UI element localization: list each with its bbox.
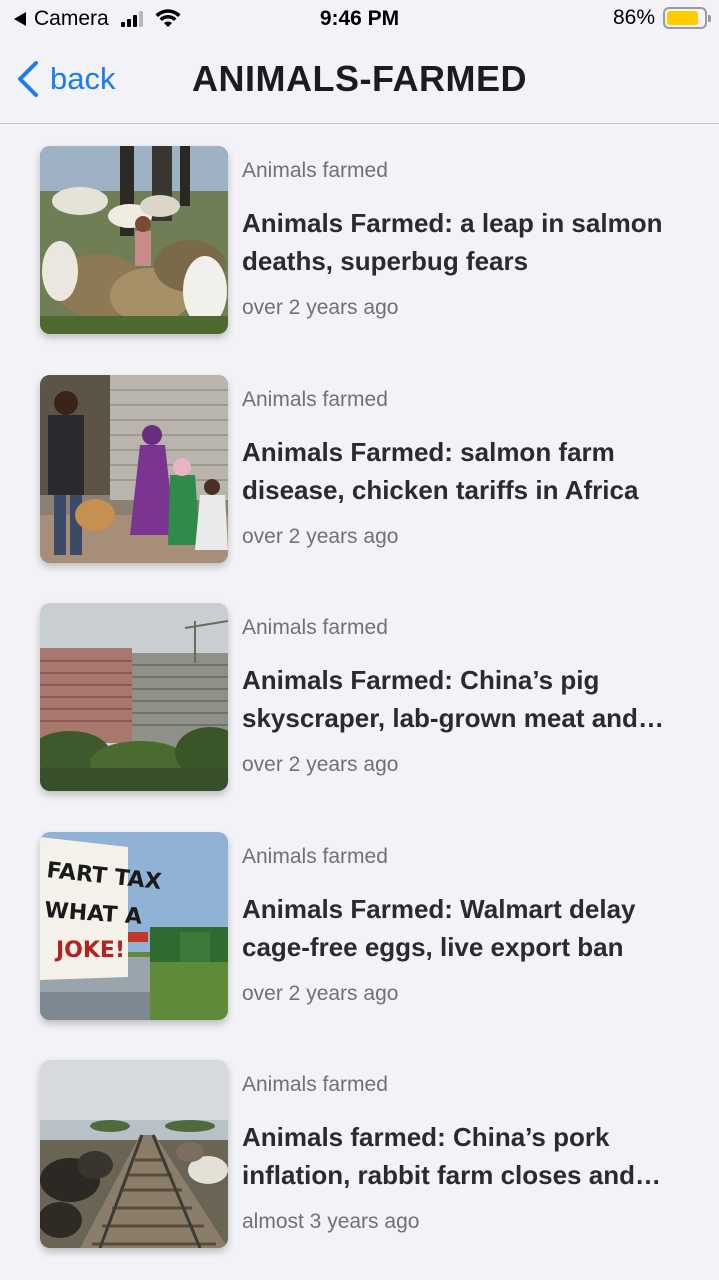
article-card[interactable]: FART TAX WHAT A JOKE! Animals farmed Ani… [0,811,719,1040]
article-thumbnail: FART TAX WHAT A JOKE! [40,831,228,1020]
article-card[interactable]: Animals farmed Animals farmed: China’s p… [0,1039,719,1268]
article-title: Animals Farmed: Walmart delay cage-free … [242,893,636,962]
clock: 9:46 PM [319,7,400,30]
article-thumbnail [40,374,228,563]
article-category: Animals farmed [242,844,388,868]
article-time: over 2 years ago [242,524,399,548]
article-title: Animals Farmed: a leap in salmon deaths,… [242,208,663,276]
article-time: over 2 years ago [242,753,399,776]
battery-status: 86% [612,6,711,30]
article-category: Animals farmed [242,1073,388,1096]
cattle-on-railway-image [40,1060,228,1248]
article-list: Animals farmed Animals Farmed: a leap in… [0,125,719,1268]
sign-text-line-3: JOKE! [54,938,125,963]
street-poultry-market-image [40,374,228,563]
article-card[interactable]: Animals farmed Animals Farmed: China’s p… [0,582,719,811]
article-time: over 2 years ago [242,981,399,1005]
article-category: Animals farmed [242,387,388,411]
battery-percent: 86% [612,6,655,29]
article-time: almost 3 years ago [242,1210,420,1233]
article-title: Animals Farmed: China’s pig skyscraper, … [242,665,638,733]
status-bar: Camera 9:46 PM 86% [0,0,719,40]
battery-icon [663,7,711,29]
article-card[interactable]: Animals farmed Animals Farmed: salmon fa… [0,354,719,583]
goats-on-rocks-image [40,146,228,334]
article-title: Animals farmed: China’s pork inflation, … [242,1122,635,1190]
article-thumbnail [40,603,228,791]
article-category: Animals farmed [242,159,388,182]
article-thumbnail [40,1060,228,1248]
page-title: ANIMALS-FARMED [192,58,527,99]
article-category: Animals farmed [242,616,388,639]
fart-tax-protest-sign-image: FART TAX WHAT A JOKE! [40,831,228,1020]
navigation-bar: back ANIMALS-FARMED [0,40,719,124]
article-card[interactable]: Animals farmed Animals Farmed: a leap in… [0,125,719,354]
article-title: Animals Farmed: salmon farm disease, chi… [242,436,639,505]
article-time: over 2 years ago [242,296,399,319]
high-rise-buildings-image [40,603,228,791]
article-thumbnail [40,146,228,334]
battery-level [667,11,698,25]
